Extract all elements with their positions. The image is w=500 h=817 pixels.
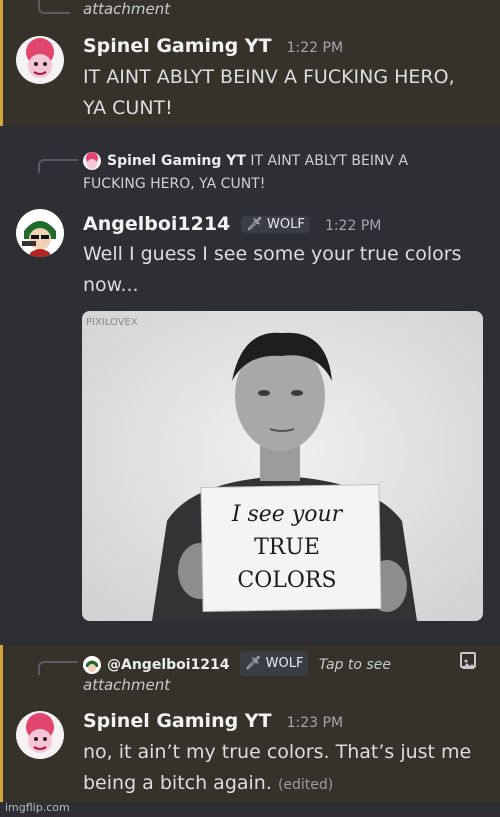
reply-connector (38, 661, 78, 675)
message-text: IT AINT ABLYT BEINV A FUCKING HERO, YA C… (83, 66, 455, 119)
message-text: no, it ain’t my true colors. That’s just… (83, 737, 493, 801)
reply-avatar-spinel (83, 152, 101, 170)
message-spinel-2[interactable]: @Angelboi1214 🗡 WOLF Tap to see attachme… (0, 645, 500, 802)
sword-icon: 🗡 (244, 656, 262, 671)
author-name[interactable]: Spinel Gaming YT (83, 35, 272, 57)
message-spinel-1[interactable]: attachment Spinel Gaming YT 1:22 PM IT A… (0, 0, 500, 126)
mention-highlight-bar (0, 645, 3, 802)
message-text-line1: Well I guess I see some your true colors (83, 243, 462, 265)
reply-hint[interactable]: Tap to see (319, 657, 391, 673)
image-attachment[interactable]: I see your TRUE COLORS PIXILOVEX (82, 311, 483, 621)
badge-label: WOLF (267, 217, 305, 232)
avatar-spinel[interactable] (16, 711, 64, 759)
reply-attachment-label[interactable]: attachment (83, 0, 170, 18)
role-badge[interactable]: 🗡 WOLF (241, 216, 310, 233)
reply-attachment-label[interactable]: attachment (83, 676, 170, 694)
timestamp: 1:22 PM (286, 40, 344, 56)
image-corner-text: PIXILOVEX (86, 317, 138, 328)
image-man-holding-sign: I see your TRUE COLORS PIXILOVEX (82, 311, 483, 621)
image-icon[interactable] (460, 652, 476, 669)
author-name[interactable]: Angelboi1214 (83, 213, 230, 235)
timestamp: 1:23 PM (286, 715, 344, 731)
sign-line1: I see your (231, 502, 344, 527)
sign-line2: TRUE (254, 535, 320, 560)
reply-preview[interactable]: @Angelboi1214 🗡 WOLF Tap to see (83, 651, 483, 677)
avatar-angelboi[interactable] (16, 209, 64, 257)
message-text-line2: being a bitch again. (83, 772, 272, 794)
reply-text-line1: IT AINT ABLYT BEINV A (250, 153, 409, 169)
message-text-line2: now... (83, 274, 139, 296)
timestamp: 1:22 PM (324, 218, 382, 234)
message-text-line1: no, it ain’t my true colors. That’s just… (83, 741, 472, 763)
reply-author[interactable]: Spinel Gaming YT (107, 153, 246, 169)
role-badge[interactable]: 🗡 WOLF (239, 651, 309, 676)
reply-connector (38, 0, 70, 14)
message-text: Well I guess I see some your true colors… (83, 239, 488, 301)
reply-author[interactable]: @Angelboi1214 (107, 657, 230, 673)
reply-connector (38, 159, 78, 173)
reply-text-line2: FUCKING HERO, YA CUNT! (83, 176, 266, 192)
reply-avatar-angelboi (83, 656, 101, 674)
author-name[interactable]: Spinel Gaming YT (83, 710, 272, 732)
sword-icon: 🗡 (246, 217, 263, 232)
mention-highlight-bar (0, 0, 3, 126)
imgflip-watermark: imgflip.com (5, 801, 70, 814)
avatar-spinel[interactable] (16, 36, 64, 84)
reply-preview[interactable]: Spinel Gaming YT IT AINT ABLYT BEINV A F… (83, 150, 483, 196)
badge-label: WOLF (265, 656, 304, 671)
edited-label: (edited) (277, 777, 334, 793)
sign-line3: COLORS (237, 568, 336, 593)
